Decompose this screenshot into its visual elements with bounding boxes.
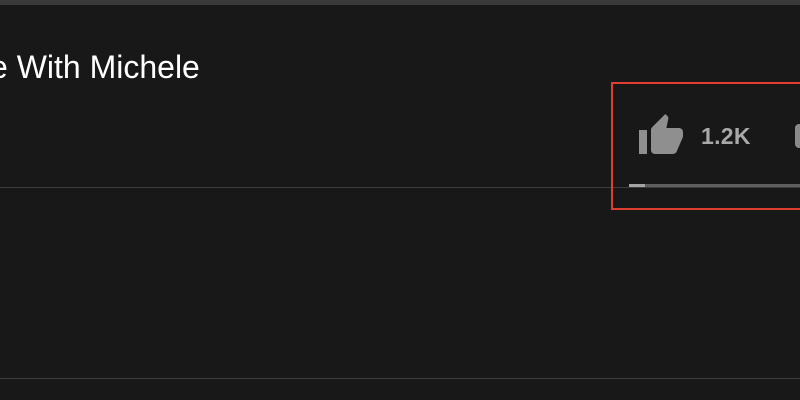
sentiment-bar: [629, 184, 800, 187]
video-page: e With Michele 1.2K: [0, 0, 800, 400]
sentiment-bar-like-fill: [629, 184, 646, 187]
thumb-down-icon[interactable]: [795, 124, 800, 148]
video-title: e With Michele: [0, 49, 200, 85]
like-count: 1.2K: [701, 122, 751, 149]
divider: [0, 378, 800, 379]
like-button[interactable]: 1.2K: [636, 108, 751, 164]
thumb-up-icon: [639, 114, 683, 154]
top-border: [0, 0, 800, 5]
